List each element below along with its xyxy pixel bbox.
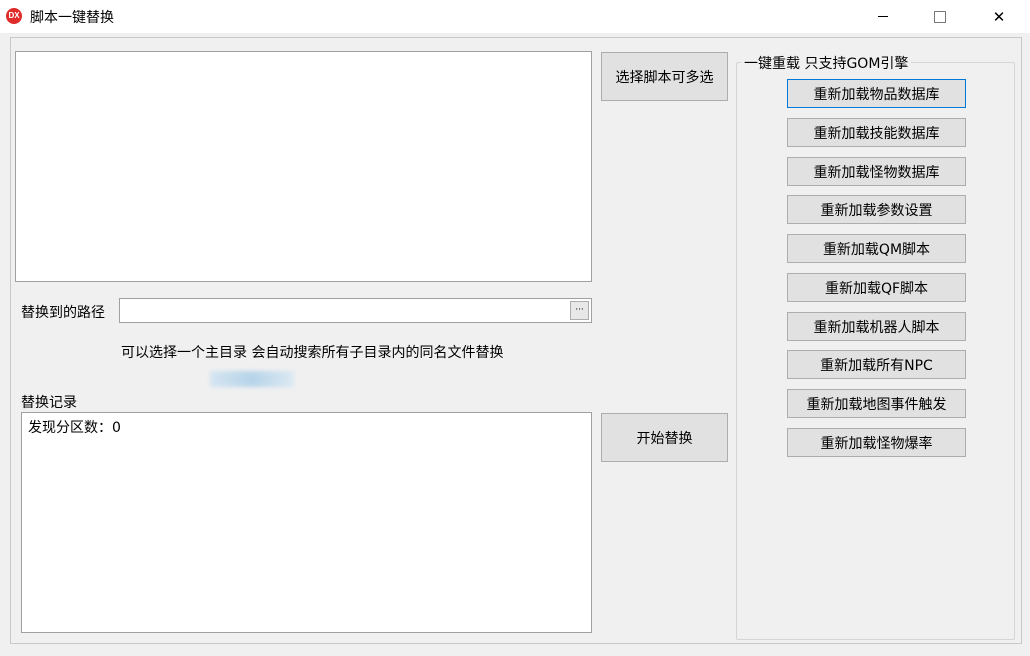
- path-input[interactable]: [119, 298, 592, 323]
- reload-monster-droprate-button[interactable]: 重新加载怪物爆率: [787, 428, 966, 457]
- log-textarea[interactable]: 发现分区数：0: [21, 412, 592, 633]
- browse-button[interactable]: ···: [570, 301, 589, 320]
- start-replace-button[interactable]: 开始替换: [601, 413, 728, 462]
- maximize-button[interactable]: [917, 0, 963, 33]
- script-list[interactable]: [15, 51, 592, 282]
- reload-qf-script-button[interactable]: 重新加载QF脚本: [787, 273, 966, 302]
- reload-robot-script-button[interactable]: 重新加载机器人脚本: [787, 312, 966, 341]
- path-label: 替换到的路径: [21, 305, 105, 321]
- maximize-icon: [934, 10, 946, 23]
- minimize-button[interactable]: [860, 0, 906, 33]
- reload-all-npc-button[interactable]: 重新加载所有NPC: [787, 350, 966, 379]
- reload-qm-script-button[interactable]: 重新加载QM脚本: [787, 234, 966, 263]
- reload-group-caption: 一键重载 只支持GOM引擎: [741, 53, 912, 73]
- reload-items-db-button[interactable]: 重新加载物品数据库: [787, 79, 966, 108]
- hint-text: 可以选择一个主目录 会自动搜索所有子目录内的同名文件替换: [121, 345, 504, 361]
- window-title: 脚本一键替换: [30, 10, 114, 26]
- log-label: 替换记录: [21, 395, 77, 411]
- blurred-region: [210, 371, 294, 387]
- log-line: 发现分区数：0: [28, 420, 121, 436]
- close-icon: ✕: [992, 7, 1006, 26]
- select-script-button[interactable]: 选择脚本可多选: [601, 52, 728, 101]
- reload-skills-db-button[interactable]: 重新加载技能数据库: [787, 118, 966, 147]
- close-button[interactable]: ✕: [976, 0, 1022, 33]
- reload-settings-button[interactable]: 重新加载参数设置: [787, 195, 966, 224]
- reload-monsters-db-button[interactable]: 重新加载怪物数据库: [787, 157, 966, 186]
- title-bar: DX 脚本一键替换 ✕: [0, 0, 1030, 33]
- minimize-icon: [878, 16, 888, 17]
- reload-map-events-button[interactable]: 重新加载地图事件触发: [787, 389, 966, 418]
- app-icon: DX: [6, 8, 22, 24]
